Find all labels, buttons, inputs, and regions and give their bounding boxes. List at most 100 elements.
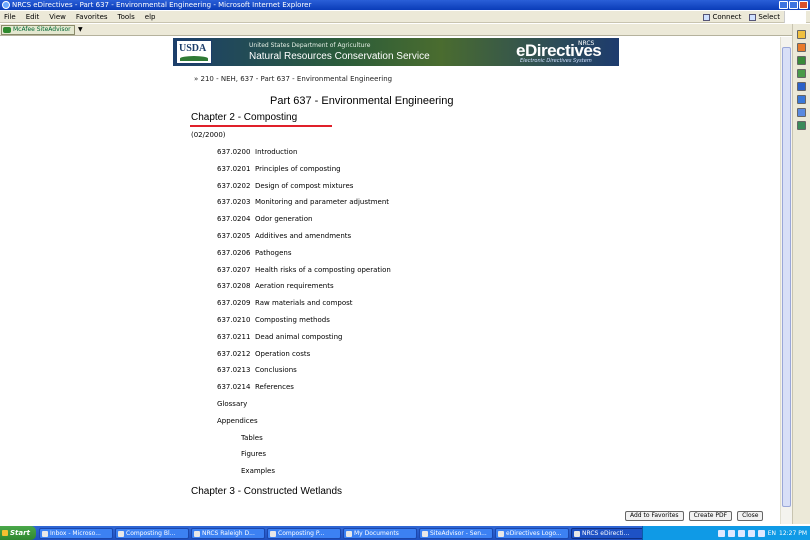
toc-section-label: Conclusions (255, 366, 297, 375)
toc-section-code: 637.0211 (217, 332, 251, 341)
appendix-link[interactable]: Figures (241, 450, 266, 458)
tray-icon[interactable] (757, 529, 765, 537)
menu-file[interactable]: File (0, 11, 22, 22)
taskbar-button[interactable]: Composting P... (267, 527, 341, 539)
toc-section-label: Health risks of a composting operation (255, 265, 391, 274)
start-button[interactable]: Start (0, 526, 36, 540)
toc-section-label: References (255, 383, 294, 392)
tray-icon[interactable] (727, 529, 735, 537)
breadcrumb[interactable]: » 210 - NEH, 637 - Part 637 - Environmen… (194, 75, 392, 83)
toc-section-label: Additives and amendments (255, 232, 352, 240)
page-actions: Add to Favorites Create PDF Close (625, 511, 764, 521)
add-to-favorites-button[interactable]: Add to Favorites (625, 511, 684, 521)
system-tray: EN 12:27 PM (642, 526, 810, 540)
banner-agency: Natural Resources Conservation Service (249, 51, 430, 62)
chapter-2-heading[interactable]: Chapter 2 - Composting (191, 112, 297, 123)
toc-section-code: 637.0207 (217, 265, 251, 274)
glossary-link[interactable]: Glossary (217, 400, 247, 408)
taskbar-button[interactable]: eDirectives Logo... (495, 527, 569, 539)
toc-link[interactable]: 637.0214 References (217, 383, 294, 391)
toc-section-code: 637.0213 (217, 366, 251, 375)
select-icon (749, 13, 757, 21)
connect-icon (703, 13, 711, 21)
toc-section-code: 637.0201 (217, 164, 251, 173)
messenger-icon[interactable] (797, 82, 806, 91)
taskbar-button[interactable]: NRCS eDirecti... (571, 527, 645, 539)
windows-logo-icon (784, 11, 806, 23)
toc-section-label: Design of compost mixtures (255, 181, 354, 190)
close-button[interactable]: Close (737, 511, 764, 521)
toc-link[interactable]: 637.0205 Additives and amendments (217, 232, 351, 240)
toc-link[interactable]: 637.0210 Composting methods (217, 316, 330, 324)
create-pdf-button[interactable]: Create PDF (688, 511, 733, 521)
research-icon[interactable] (797, 95, 806, 104)
tray-icon[interactable] (737, 529, 745, 537)
chapter-2-underline (190, 125, 332, 127)
mcafee-label: McAfee SiteAdvisor (13, 26, 71, 33)
toc-section-code: 637.0209 (217, 299, 251, 308)
select-button[interactable]: Select (749, 11, 780, 23)
mcafee-logo-icon (3, 27, 11, 33)
maximize-icon[interactable] (789, 1, 798, 9)
toc-link[interactable]: 637.0206 Pathogens (217, 249, 292, 257)
toolbar: McAfee SiteAdvisor ▼ (0, 24, 810, 36)
menu-favorites[interactable]: Favorites (72, 11, 114, 22)
page-content: USDA United States Department of Agricul… (0, 37, 780, 524)
toc-link[interactable]: 637.0213 Conclusions (217, 366, 297, 374)
tray-icon[interactable] (717, 529, 725, 537)
menu-tools[interactable]: Tools (114, 11, 141, 22)
connect-button[interactable]: Connect (703, 11, 741, 23)
chevron-down-icon[interactable]: ▼ (78, 26, 83, 33)
internet-explorer-icon (2, 1, 10, 9)
title-bar: NRCS eDirectives - Part 637 - Environmen… (0, 0, 810, 10)
translate-icon[interactable] (797, 121, 806, 130)
taskbar-button[interactable]: Composting Bl... (115, 527, 189, 539)
taskbar-button[interactable]: My Documents (343, 527, 417, 539)
tray-icon[interactable] (747, 529, 755, 537)
menu-view[interactable]: View (45, 11, 72, 22)
toc-section-label: Odor generation (255, 215, 313, 224)
print-icon[interactable] (797, 69, 806, 78)
toc-section-label: Operation costs (255, 349, 311, 358)
star-icon[interactable] (797, 30, 806, 39)
window-title: NRCS eDirectives - Part 637 - Environmen… (12, 1, 312, 9)
scrollbar-thumb[interactable] (782, 47, 791, 507)
toc-link[interactable]: 637.0204 Odor generation (217, 215, 312, 223)
menu-help[interactable]: elp (141, 11, 162, 22)
toc-link[interactable]: 637.0202 Design of compost mixtures (217, 182, 353, 190)
close-icon[interactable] (799, 1, 808, 9)
appendix-link[interactable]: Tables (241, 434, 263, 442)
history-icon[interactable] (797, 43, 806, 52)
usda-logo: USDA (176, 40, 212, 64)
mcafee-siteadvisor-button[interactable]: McAfee SiteAdvisor (1, 25, 75, 35)
word-icon[interactable] (797, 108, 806, 117)
taskbar-button[interactable]: Inbox - Microso... (39, 527, 113, 539)
minimize-icon[interactable] (779, 1, 788, 9)
language-indicator[interactable]: EN (768, 530, 776, 537)
toc-link[interactable]: 637.0207 Health risks of a composting ope… (217, 266, 391, 274)
edirectives-banner: USDA United States Department of Agricul… (173, 38, 619, 66)
toc-link[interactable]: 637.0211 Dead animal composting (217, 333, 343, 341)
toc-section-label: Composting methods (255, 316, 330, 324)
taskbar-button[interactable]: NRCS Raleigh D... (191, 527, 265, 539)
toc-link[interactable]: 637.0200 Introduction (217, 148, 297, 156)
menu-right-tools: Connect Select (703, 11, 780, 23)
toc-link[interactable]: 637.0208 Aeration requirements (217, 282, 334, 290)
toc-link[interactable]: 637.0203 Monitoring and parameter adjustm… (217, 198, 389, 206)
mail-icon[interactable] (797, 56, 806, 65)
toc-section-code: 637.0212 (217, 349, 251, 358)
menu-edit[interactable]: Edit (22, 11, 46, 22)
toc-link[interactable]: 637.0201 Principles of composting (217, 165, 341, 173)
window-controls (779, 1, 808, 9)
toc-section-label: Aeration requirements (255, 282, 334, 291)
toc-section-label: Dead animal composting (255, 332, 343, 341)
appendix-link[interactable]: Examples (241, 467, 275, 475)
taskbar-button[interactable]: SiteAdvisor - Sen... (419, 527, 493, 539)
chapter-3-heading[interactable]: Chapter 3 - Constructed Wetlands (191, 486, 342, 497)
toc-section-code: 637.0214 (217, 383, 251, 392)
vertical-scrollbar[interactable] (780, 37, 792, 524)
toc-link[interactable]: 637.0212 Operation costs (217, 350, 310, 358)
toc-link[interactable]: 637.0209 Raw materials and compost (217, 299, 353, 307)
page-title: Part 637 - Environmental Engineering (270, 95, 454, 107)
toc-section-code: 637.0200 (217, 148, 251, 156)
